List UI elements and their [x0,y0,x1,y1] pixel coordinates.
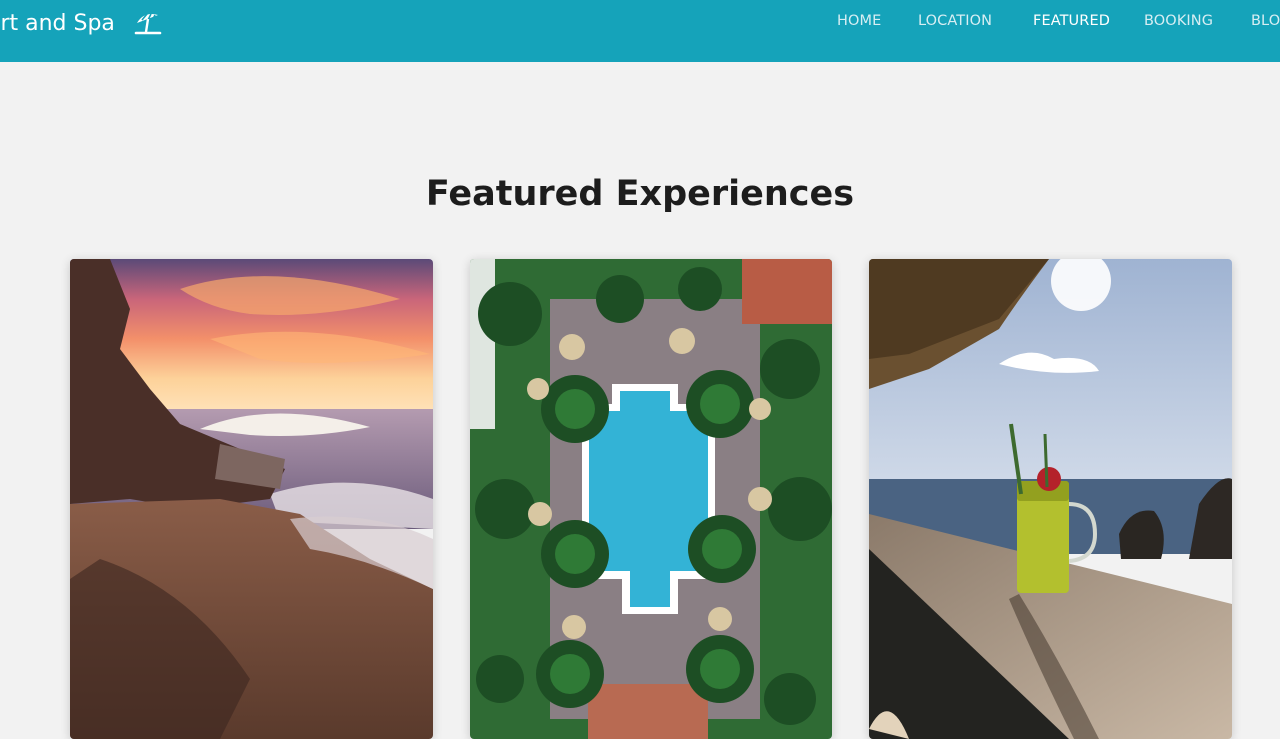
site-header: esort and Spa HOME LOCATION FEATURED BOO… [0,0,1280,62]
nav-booking[interactable]: BOOKING [1144,13,1213,29]
featured-card-cocktail[interactable] [869,259,1232,739]
nav-featured[interactable]: FEATURED [1033,13,1110,29]
cocktail-beach-image [869,259,1232,739]
brand-logo[interactable]: esort and Spa [0,8,163,38]
sunset-cliff-image [70,259,433,739]
featured-card-pool[interactable] [470,259,832,739]
beach-umbrella-icon [133,10,163,36]
brand-name: esort and Spa [0,10,115,36]
nav-blog[interactable]: BLO [1251,13,1280,29]
nav-location[interactable]: LOCATION [918,13,992,29]
featured-card-sunset[interactable] [70,259,433,739]
aerial-pool-image [470,259,832,739]
section-title: Featured Experiences [425,174,855,214]
nav-home[interactable]: HOME [837,13,881,29]
